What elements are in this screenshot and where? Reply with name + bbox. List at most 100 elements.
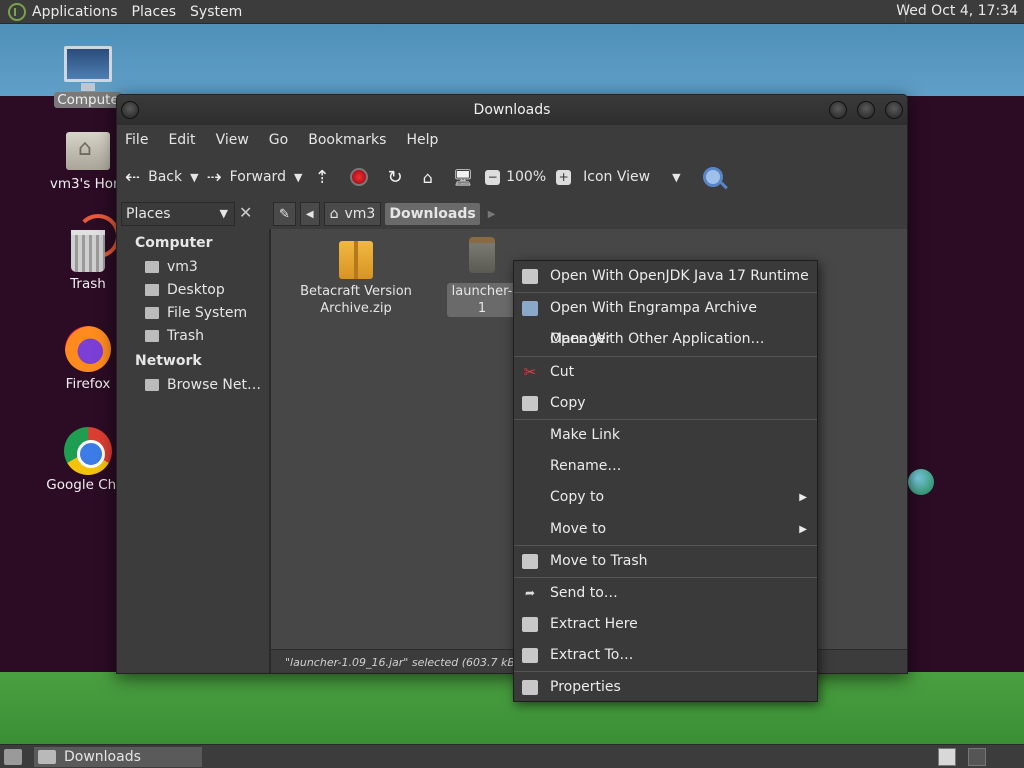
sidebar-item-desktop[interactable]: Desktop <box>117 278 269 301</box>
sidebar-item-trash[interactable]: Trash <box>117 324 269 347</box>
desktop-icon-label: Trash <box>70 276 106 292</box>
menu-help[interactable]: Help <box>406 132 438 148</box>
breadcrumb-label: vm3 <box>344 206 376 222</box>
workspace-1[interactable] <box>938 748 956 766</box>
menu-go[interactable]: Go <box>269 132 288 148</box>
menu-item-send-to[interactable]: ➦ Send to… <box>514 578 817 609</box>
reload-button[interactable]: ↻ <box>388 167 403 188</box>
side-pane-selector-label: Places <box>126 206 171 222</box>
edit-location-button[interactable]: ✎ <box>273 202 296 226</box>
location-bar: Places ▼ ✕ ✎ ◀ ⌂ vm3 Downloads ▶ <box>117 199 907 229</box>
sidebar-item-label: Trash <box>167 327 204 344</box>
taskbar-item-label: Downloads <box>64 749 141 765</box>
copy-icon <box>522 395 538 411</box>
zoom-level-label: 100% <box>506 169 547 185</box>
menu-bookmarks[interactable]: Bookmarks <box>308 132 386 148</box>
folder-icon <box>38 750 56 764</box>
up-button[interactable]: ⇡ <box>314 167 329 188</box>
breadcrumb-vm3[interactable]: ⌂ vm3 <box>323 202 382 226</box>
show-desktop-icon[interactable] <box>4 749 22 765</box>
window-menu-button[interactable] <box>121 101 139 119</box>
menu-item-open-with-java[interactable]: Open With OpenJDK Java 17 Runtime <box>514 261 817 292</box>
close-side-pane-icon[interactable]: ✕ <box>239 203 252 222</box>
computer-button[interactable]: 🖥 <box>453 168 473 187</box>
file-launcher-jar[interactable]: launcher-1 <box>447 237 517 317</box>
breadcrumb: ✎ ◀ ⌂ vm3 Downloads ▶ <box>273 202 495 226</box>
reload-icon: ↻ <box>387 166 403 188</box>
system-menu[interactable]: System <box>190 4 242 20</box>
sidebar-item-label: Browse Net… <box>167 376 262 393</box>
home-button[interactable]: ⌂ <box>423 168 433 187</box>
stop-button[interactable] <box>349 168 368 186</box>
zoom-out-button[interactable]: − <box>485 169 501 185</box>
menu-file[interactable]: File <box>125 132 148 148</box>
context-menu: Open With OpenJDK Java 17 Runtime Open W… <box>513 260 818 702</box>
forward-button[interactable]: ⇢ Forward ▼ <box>207 167 303 188</box>
search-button[interactable] <box>702 167 723 187</box>
menu-item-move-to-trash[interactable]: Move to Trash <box>514 546 817 577</box>
forward-history-dropdown-icon[interactable]: ▼ <box>294 171 302 184</box>
places-menu[interactable]: Places <box>132 4 177 20</box>
sidebar-item-label: File System <box>167 304 248 321</box>
menu-view[interactable]: View <box>216 132 249 148</box>
breadcrumb-left-button[interactable]: ◀ <box>299 202 320 226</box>
desktop-icon-label: Firefox <box>65 376 111 392</box>
back-label: Back <box>148 169 183 185</box>
taskbar-item-downloads[interactable]: Downloads <box>34 747 202 767</box>
close-button[interactable] <box>885 101 903 119</box>
back-button[interactable]: ⇠ Back ▼ <box>125 167 199 188</box>
menu-item-properties[interactable]: Properties <box>514 672 817 703</box>
zoom-level: 100% <box>506 169 546 185</box>
menu-item-move-to[interactable]: Move to ▶ <box>514 514 817 545</box>
extract-icon <box>522 617 538 633</box>
zoom-in-button[interactable]: + <box>556 169 572 185</box>
file-betacraft-zip[interactable]: Betacraft Version Archive.zip <box>291 241 421 317</box>
menu-item-copy[interactable]: Copy <box>514 388 817 419</box>
sidebar-item-browse-network[interactable]: Browse Net… <box>117 373 269 396</box>
menu-item-extract-to[interactable]: Extract To… <box>514 640 817 671</box>
extract-to-icon <box>522 648 538 664</box>
sidebar-item-file-system[interactable]: File System <box>117 301 269 324</box>
menu-item-rename[interactable]: Rename… <box>514 451 817 482</box>
forward-arrow-icon: ⇢ <box>206 166 222 188</box>
stop-icon <box>349 168 368 186</box>
up-arrow-icon: ⇡ <box>314 166 330 188</box>
distro-logo-icon[interactable] <box>8 2 26 21</box>
maximize-button[interactable] <box>857 101 875 119</box>
menu-item-copy-to[interactable]: Copy to ▶ <box>514 482 817 513</box>
workspace-2[interactable] <box>968 748 986 766</box>
clock[interactable]: Wed Oct 4, 17:34 <box>896 3 1018 19</box>
menu-item-label: Rename… <box>550 458 622 475</box>
window-title: Downloads <box>473 102 551 118</box>
computer-icon: 🖥 <box>452 167 474 187</box>
menu-item-open-with-engrampa[interactable]: Open With Engrampa Archive Manager <box>514 293 817 347</box>
menu-item-make-link[interactable]: Make Link <box>514 420 817 451</box>
side-pane-selector[interactable]: Places ▼ <box>121 202 235 226</box>
send-icon: ➦ <box>524 585 536 600</box>
file-label-line: Archive.zip <box>320 301 392 316</box>
breadcrumb-right-button[interactable]: ▶ <box>488 209 496 220</box>
menu-item-cut[interactable]: ✂ Cut <box>514 357 817 388</box>
menu-item-label: Extract Here <box>550 616 638 633</box>
view-mode-select[interactable]: Icon View ▼ <box>583 169 680 185</box>
menu-item-extract-here[interactable]: Extract Here <box>514 609 817 640</box>
menu-item-label: Open With Other Application… <box>550 331 765 348</box>
breadcrumb-downloads[interactable]: Downloads <box>385 203 480 225</box>
pencil-icon: ✎ <box>279 206 290 222</box>
properties-icon <box>522 680 538 696</box>
sidebar-item-vm3[interactable]: vm3 <box>117 255 269 278</box>
view-mode-label: Icon View <box>583 169 651 185</box>
applications-menu[interactable]: Applications <box>32 4 118 20</box>
java-app-icon <box>522 269 538 284</box>
back-history-dropdown-icon[interactable]: ▼ <box>190 171 198 184</box>
jar-file-icon <box>469 237 495 273</box>
window-titlebar[interactable]: Downloads <box>117 95 907 125</box>
desktop-icon-label: Compute <box>54 92 122 108</box>
menu-edit[interactable]: Edit <box>168 132 195 148</box>
minimize-button[interactable] <box>829 101 847 119</box>
wallpaper-grass <box>0 672 1024 744</box>
menu-item-open-with-other[interactable]: Open With Other Application… <box>514 324 817 355</box>
top-panel: Applications Places System Wed Oct 4, 17… <box>0 0 1024 24</box>
trash-icon <box>71 230 105 272</box>
trash-icon <box>522 553 538 569</box>
